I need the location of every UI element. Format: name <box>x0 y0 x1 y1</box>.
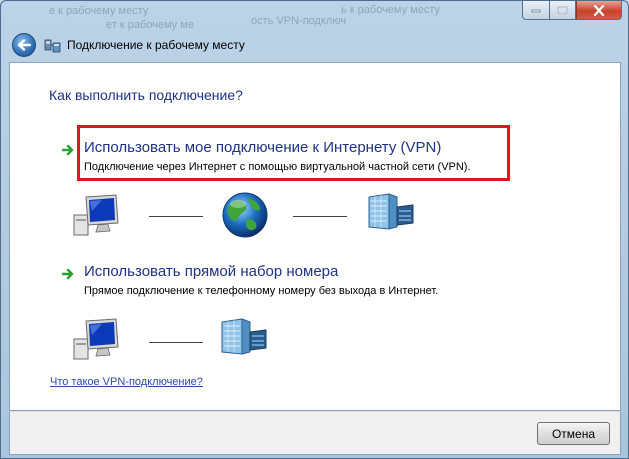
highlight-box <box>77 125 510 181</box>
title-bar[interactable]: е к рабочему месту ость VPN-подключ ь к … <box>1 1 628 31</box>
green-arrow-icon <box>62 144 74 156</box>
back-arrow-icon <box>17 39 31 51</box>
green-arrow-icon <box>62 268 74 280</box>
back-button[interactable] <box>12 33 36 57</box>
connection-line <box>149 216 203 217</box>
dialog-footer: Отмена <box>9 411 621 455</box>
vpn-help-link[interactable]: Что такое VPN-подключение? <box>50 376 203 388</box>
main-content: Как выполнить подключение? Использовать … <box>9 62 621 411</box>
computer-icon <box>73 194 119 236</box>
option-dialup-title[interactable]: Использовать прямой набор номера <box>84 263 338 280</box>
caption-buttons <box>522 1 622 20</box>
navigation-bar: Подключение к рабочему месту <box>9 31 620 59</box>
option-dialup-description: Прямое подключение к телефонному номеру … <box>84 285 439 297</box>
connection-line <box>293 216 347 217</box>
background-text: ет к рабочему ме <box>106 19 194 31</box>
maximize-button[interactable] <box>549 1 576 20</box>
minimize-button[interactable] <box>522 1 549 20</box>
server-icon <box>368 193 414 230</box>
background-text: ость VPN-подключ <box>251 15 347 27</box>
server-icon <box>221 318 267 355</box>
close-icon <box>593 4 605 16</box>
background-text: ь к рабочему месту <box>341 4 440 16</box>
window-title: Подключение к рабочему месту <box>67 38 245 52</box>
connection-line <box>149 342 203 343</box>
network-connection-icon <box>44 39 61 53</box>
computer-icon <box>73 318 119 360</box>
dialog-window: е к рабочему месту ость VPN-подключ ь к … <box>0 0 629 459</box>
globe-icon <box>222 192 268 238</box>
background-text: е к рабочему месту <box>49 5 149 17</box>
close-button[interactable] <box>576 1 622 20</box>
page-heading: Как выполнить подключение? <box>49 87 243 103</box>
maximize-icon <box>557 5 568 15</box>
minimize-icon <box>531 9 541 13</box>
cancel-button[interactable]: Отмена <box>537 422 610 445</box>
